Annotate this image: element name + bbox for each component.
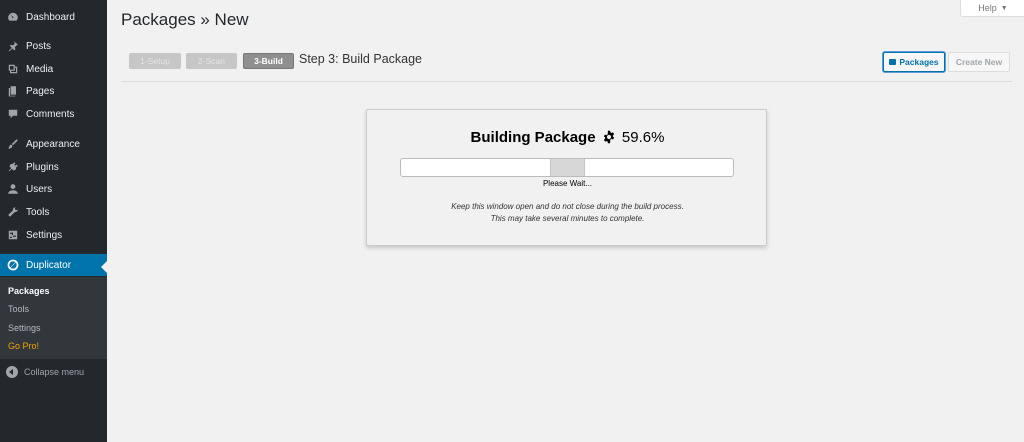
duplicator-icon	[6, 258, 20, 272]
sidebar-item-label: Media	[26, 63, 54, 75]
chevron-down-icon: ▼	[1000, 4, 1008, 12]
settings-icon	[6, 228, 20, 242]
help-label: Help	[978, 3, 997, 13]
dashboard-icon	[6, 10, 20, 24]
collapse-menu-button[interactable]: Collapse menu	[0, 363, 107, 381]
user-icon	[6, 182, 20, 196]
build-progress-panel: Building Package 59.6% Please Wait... Ke…	[366, 109, 767, 246]
archive-icon	[889, 59, 897, 65]
sidebar-item-pages[interactable]: Pages	[0, 80, 107, 102]
submenu-item-packages[interactable]: Packages	[8, 286, 50, 296]
divider	[121, 81, 1012, 82]
gear-icon	[602, 130, 616, 148]
packages-button[interactable]: Packages	[883, 52, 945, 72]
progress-indicator	[550, 159, 585, 176]
step-scan: 2-Scan	[186, 53, 237, 69]
sidebar-item-posts[interactable]: Posts	[0, 35, 107, 57]
plug-icon	[6, 160, 20, 174]
submenu-item-go-pro[interactable]: Go Pro!	[8, 341, 39, 351]
progress-bar	[400, 158, 734, 177]
duplicator-submenu: Packages Tools Settings Go Pro!	[0, 277, 107, 359]
sidebar-item-label: Posts	[26, 40, 52, 52]
sidebar-item-label: Pages	[26, 85, 55, 97]
create-new-label: Create New	[955, 57, 1003, 67]
build-note-line-1: Keep this window open and do not close d…	[451, 202, 684, 211]
sidebar-item-label: Users	[26, 183, 53, 195]
sidebar-item-duplicator[interactable]: Duplicator	[0, 254, 107, 276]
sidebar-item-tools[interactable]: Tools	[0, 201, 107, 223]
collapse-label: Collapse menu	[24, 367, 85, 377]
submenu-item-tools[interactable]: Tools	[8, 304, 29, 314]
sidebar-item-dashboard[interactable]: Dashboard	[0, 6, 107, 28]
packages-button-label: Packages	[899, 57, 939, 67]
comment-icon	[6, 107, 20, 121]
step-title: Step 3: Build Package	[299, 52, 422, 66]
sidebar-item-label: Duplicator	[26, 259, 72, 271]
step-setup: 1-Setup	[129, 53, 181, 69]
sidebar-item-plugins[interactable]: Plugins	[0, 156, 107, 178]
sidebar-item-label: Appearance	[26, 138, 80, 150]
build-note-line-2: This may take several minutes to complet…	[490, 214, 645, 223]
sidebar-item-label: Tools	[26, 206, 50, 218]
sidebar-item-label: Dashboard	[26, 11, 75, 23]
sidebar-item-label: Settings	[26, 229, 63, 241]
wrench-icon	[6, 205, 20, 219]
please-wait-text: Please Wait...	[542, 179, 593, 188]
active-indicator	[101, 261, 107, 273]
build-percent: 59.6%	[621, 129, 665, 146]
sidebar-item-appearance[interactable]: Appearance	[0, 133, 107, 155]
sidebar-item-media[interactable]: Media	[0, 58, 107, 80]
step-build: 3-Build	[243, 53, 294, 69]
sidebar-item-users[interactable]: Users	[0, 178, 107, 200]
page-title: Packages » New	[121, 10, 249, 29]
building-label: Building Package	[470, 129, 596, 146]
help-tab[interactable]: Help ▼	[960, 0, 1024, 17]
sidebar-item-label: Comments	[26, 108, 75, 120]
sidebar-item-comments[interactable]: Comments	[0, 103, 107, 125]
admin-sidebar: Dashboard Posts Media Pages Comments App…	[0, 0, 107, 442]
create-new-button[interactable]: Create New	[948, 52, 1010, 72]
building-heading: Building Package 59.6%	[367, 129, 768, 148]
collapse-icon	[6, 366, 18, 378]
pages-icon	[6, 84, 20, 98]
brush-icon	[6, 137, 20, 151]
pin-icon	[6, 39, 20, 53]
submenu-item-settings[interactable]: Settings	[8, 323, 41, 333]
media-icon	[6, 62, 20, 76]
sidebar-item-label: Plugins	[26, 161, 59, 173]
sidebar-item-settings[interactable]: Settings	[0, 224, 107, 246]
